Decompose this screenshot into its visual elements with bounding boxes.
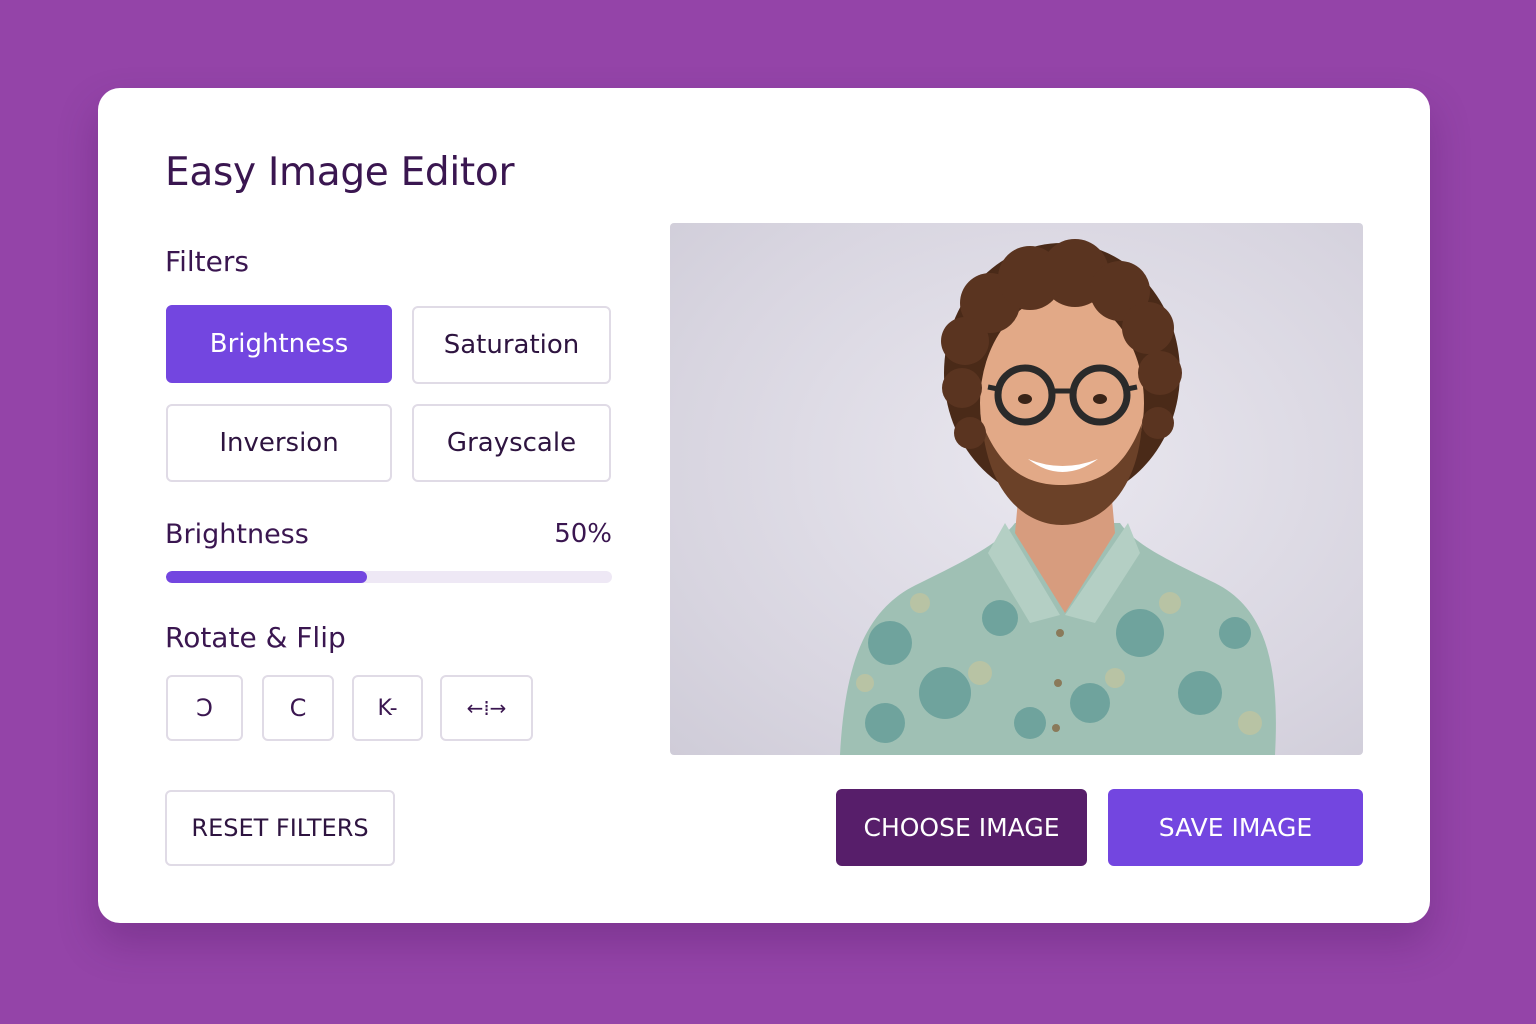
rotate-flip-heading: Rotate & Flip [165,621,346,654]
filter-inversion-button[interactable]: Inversion [166,404,392,482]
filter-grayscale-button[interactable]: Grayscale [412,404,611,482]
flip-vertical-icon: ←⁞→ [466,696,507,720]
rotate-right-icon: C [289,694,307,722]
save-image-button[interactable]: SAVE IMAGE [1108,789,1363,866]
page-title: Easy Image Editor [165,150,515,195]
flip-horizontal-icon: K- [377,695,398,721]
image-preview [670,223,1363,755]
brightness-slider[interactable] [166,571,612,583]
choose-image-button[interactable]: CHOOSE IMAGE [836,789,1087,866]
slider-value: 50% [554,519,612,549]
rotate-left-button[interactable]: Ↄ [166,675,243,741]
filters-heading: Filters [165,245,249,278]
flip-vertical-button[interactable]: ←⁞→ [440,675,533,741]
filter-brightness-button[interactable]: Brightness [166,305,392,383]
flip-horizontal-button[interactable]: K- [352,675,423,741]
rotate-left-icon: Ↄ [196,694,213,722]
editor-card: Easy Image Editor Filters Brightness Sat… [98,88,1430,923]
portrait-photo [840,239,1276,755]
slider-label: Brightness [165,519,309,550]
filter-saturation-button[interactable]: Saturation [412,306,611,384]
reset-filters-button[interactable]: RESET FILTERS [165,790,395,866]
slider-fill [166,571,367,583]
rotate-right-button[interactable]: C [262,675,334,741]
